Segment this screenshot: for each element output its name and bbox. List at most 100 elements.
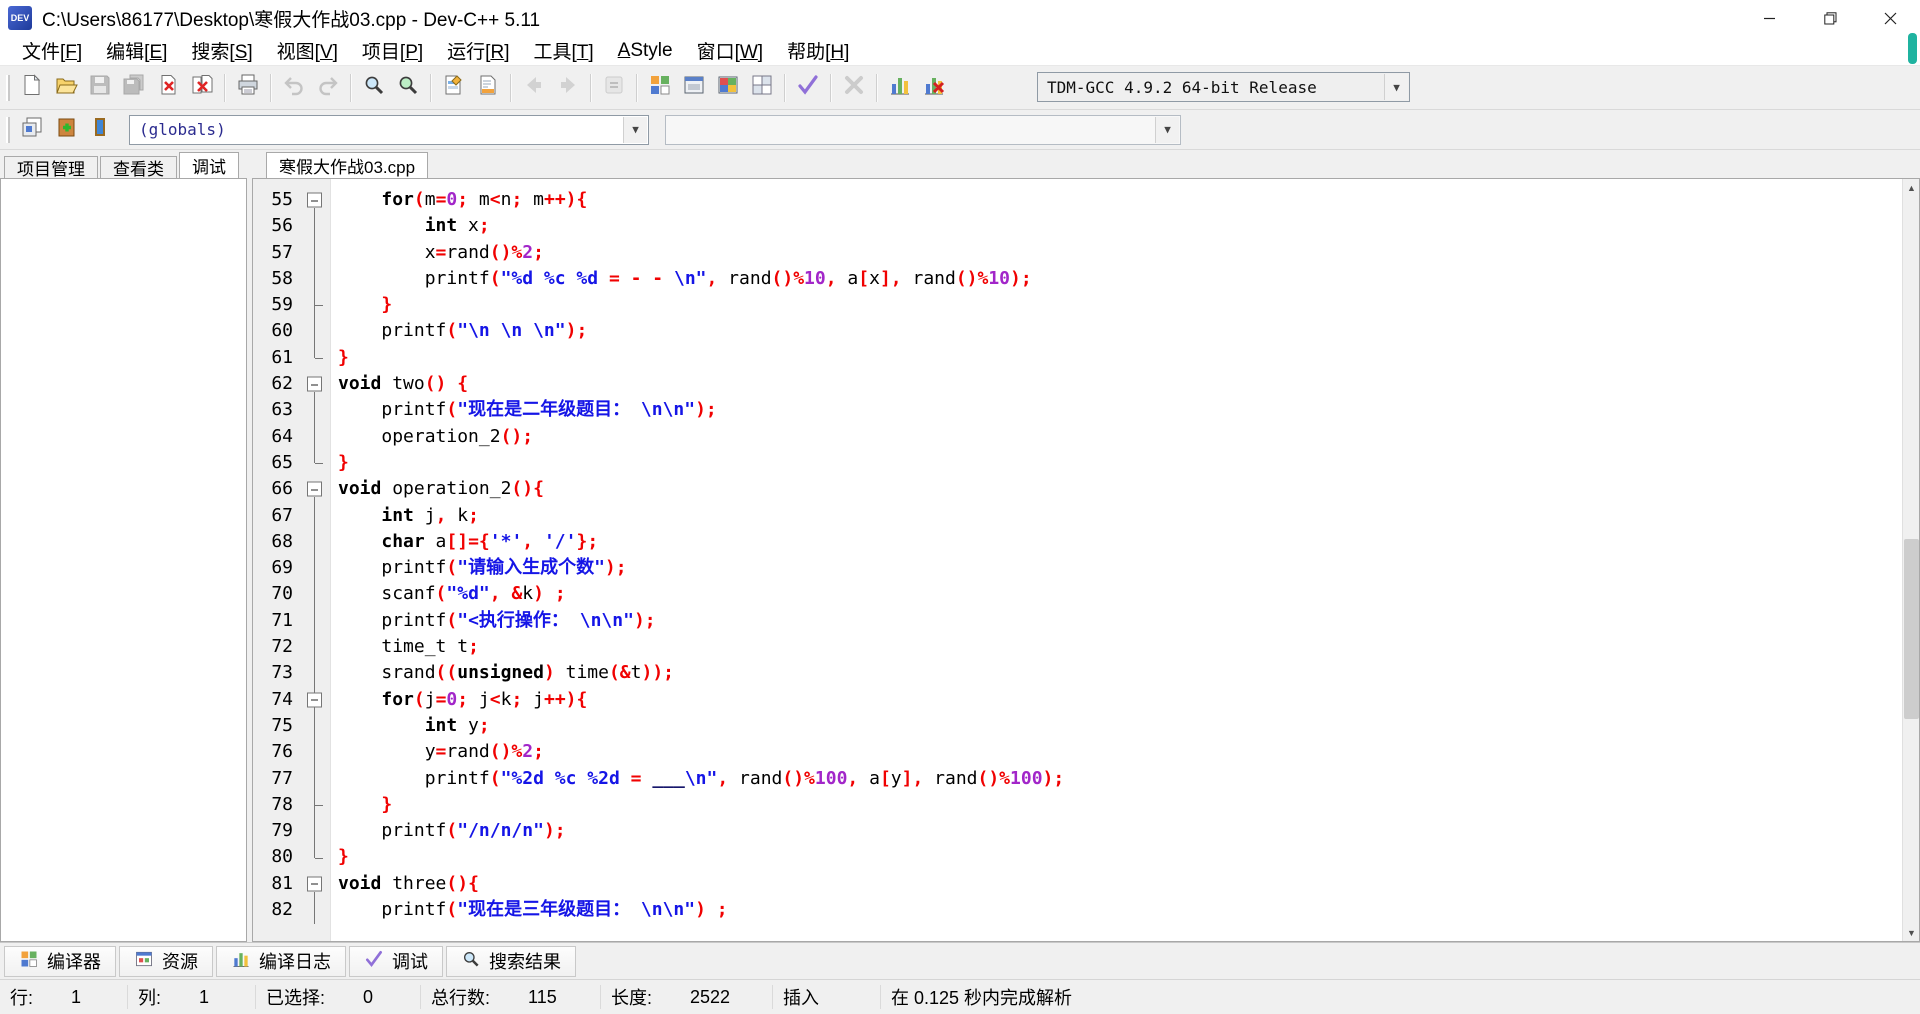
toolbar-separator	[510, 73, 512, 102]
status-panel: 长度: 2522	[601, 985, 773, 1009]
members-select[interactable]: ▼	[665, 114, 1181, 145]
goto-line-button[interactable]	[471, 71, 505, 105]
dock-tab-compiler-tab[interactable]: 编译器	[4, 945, 116, 977]
scroll-down-arrow-icon[interactable]: ▼	[1903, 924, 1919, 941]
fold-guide	[299, 659, 331, 688]
menu-item[interactable]: 帮助[H]	[775, 36, 861, 65]
fold-toggle-icon[interactable]	[299, 685, 331, 715]
menu-item[interactable]: AStyle	[606, 39, 685, 63]
dock-tab-label: 资源	[162, 952, 198, 972]
toolbar-grip[interactable]	[6, 74, 10, 101]
project-browser-panel[interactable]	[0, 178, 247, 942]
menu-item[interactable]: 窗口[W]	[685, 36, 776, 65]
code-line: 66 void operation_2(){	[253, 476, 1902, 504]
status-value: 2522	[690, 986, 731, 1007]
toolbar-separator	[590, 73, 592, 102]
fold-toggle-icon[interactable]	[299, 371, 331, 399]
menu-item[interactable]: 项目[P]	[350, 36, 435, 65]
file-tab[interactable]: 寒假大作战03.cpp	[266, 152, 429, 178]
menu-item[interactable]: 搜索[S]	[179, 36, 264, 65]
log-chart-icon	[231, 949, 251, 974]
fold-guide	[299, 580, 331, 610]
panel-tab-1[interactable]: 项目管理	[4, 156, 98, 179]
menu-item[interactable]: 文件[F]	[10, 36, 94, 65]
close-button[interactable]	[1860, 0, 1920, 36]
globals-select[interactable]: (globals) ▼	[129, 114, 649, 145]
new-file-button[interactable]	[15, 71, 49, 105]
fold-guide	[299, 396, 331, 425]
code-text: void operation_2(){	[338, 478, 544, 500]
find-in-files-button[interactable]	[391, 71, 425, 105]
fold-guide	[299, 212, 331, 241]
menu-item[interactable]: 运行[R]	[435, 36, 521, 65]
scroll-up-arrow-icon[interactable]: ▲	[1903, 179, 1919, 196]
status-label: 总行数:	[431, 988, 491, 1008]
line-number: 66	[271, 478, 293, 500]
syntax-check-icon	[796, 73, 820, 102]
menu-item[interactable]: 编辑[E]	[94, 36, 179, 65]
dock-tab-debug-check[interactable]: 调试	[349, 945, 443, 977]
compiler-select[interactable]: TDM-GCC 4.9.2 64-bit Release ▼	[1037, 72, 1410, 102]
toolbar-grip[interactable]	[6, 116, 10, 143]
panel-tab-3[interactable]: 调试	[179, 152, 239, 178]
title-bar: DEV C:\Users\86177\Desktop\寒假大作战03.cpp -…	[0, 0, 1920, 36]
line-number: 70	[271, 583, 293, 605]
code-line: 64 operation_2();	[253, 422, 1902, 452]
fold-guide	[299, 896, 331, 925]
fold-guide	[299, 238, 331, 268]
scrollbar-thumb[interactable]	[1904, 539, 1919, 719]
code-pane[interactable]: 55 for(m=0; m<n; m++){56 int x; 57 x=rand…	[253, 179, 1902, 941]
dock-tab-search-results[interactable]: 搜索结果	[446, 945, 576, 977]
run-button[interactable]	[677, 71, 711, 105]
dock-tab-log-chart[interactable]: 编译日志	[216, 945, 346, 977]
fold-toggle-icon[interactable]	[299, 871, 331, 899]
forward-button	[551, 71, 585, 105]
panel-tab-2[interactable]: 查看类	[100, 156, 177, 179]
compile-button[interactable]	[643, 71, 677, 105]
rebuild-button[interactable]	[745, 71, 779, 105]
project-new-button[interactable]	[15, 113, 49, 147]
delete-profile-button[interactable]	[917, 71, 951, 105]
close-all-button[interactable]	[185, 71, 219, 105]
swap-header-source-button	[597, 71, 631, 105]
line-number: 60	[271, 320, 293, 342]
replace-button[interactable]	[437, 71, 471, 105]
code-text: }	[338, 346, 349, 368]
find-button[interactable]	[357, 71, 391, 105]
print-icon	[236, 73, 260, 102]
chevron-down-icon[interactable]: ▼	[623, 116, 647, 143]
editor-vertical-scrollbar[interactable]: ▲ ▼	[1902, 179, 1919, 941]
code-editor[interactable]: 55 for(m=0; m<n; m++){56 int x; 57 x=rand…	[252, 178, 1920, 942]
undo-button	[277, 71, 311, 105]
syntax-check-button[interactable]	[791, 71, 825, 105]
fold-toggle-icon[interactable]	[299, 187, 331, 215]
code-line: 69 printf("请输入生成个数");	[253, 554, 1902, 583]
app-icon: DEV	[8, 6, 32, 30]
compile-run-button[interactable]	[711, 71, 745, 105]
line-number: 74	[271, 688, 293, 710]
fold-toggle-icon[interactable]	[299, 476, 331, 504]
menu-item[interactable]: 工具[T]	[521, 36, 605, 65]
status-panel: 列: 1	[128, 985, 256, 1009]
menu-bar: 文件[F] 编辑[E] 搜索[S] 视图[V] 项目[P] 运行[R] 工具[T] AStyl…	[0, 36, 1920, 66]
abort-button	[837, 71, 871, 105]
open-file-button[interactable]	[49, 71, 83, 105]
profile-button[interactable]	[883, 71, 917, 105]
print-button[interactable]	[231, 71, 265, 105]
delete-profile-icon	[922, 73, 946, 102]
status-panel: 行: 1	[0, 985, 128, 1009]
status-label: 在 0.125 秒内完成解析	[891, 988, 1073, 1008]
project-add-button[interactable]	[49, 113, 83, 147]
project-remove-button[interactable]	[83, 113, 117, 147]
close-file-button[interactable]	[151, 71, 185, 105]
code-line: 74 for(j=0; j<k; j++){	[253, 685, 1902, 715]
chevron-down-icon[interactable]: ▼	[1155, 116, 1179, 143]
chevron-down-icon[interactable]: ▼	[1384, 74, 1408, 100]
code-text: scanf("%d", &k) ;	[381, 583, 566, 605]
fold-guide	[299, 448, 331, 476]
status-panel: 在 0.125 秒内完成解析	[881, 985, 1920, 1009]
minimize-button[interactable]	[1740, 0, 1800, 36]
menu-item[interactable]: 视图[V]	[265, 36, 350, 65]
dock-tab-resource[interactable]: 资源	[119, 945, 213, 977]
restore-button[interactable]	[1800, 0, 1860, 36]
